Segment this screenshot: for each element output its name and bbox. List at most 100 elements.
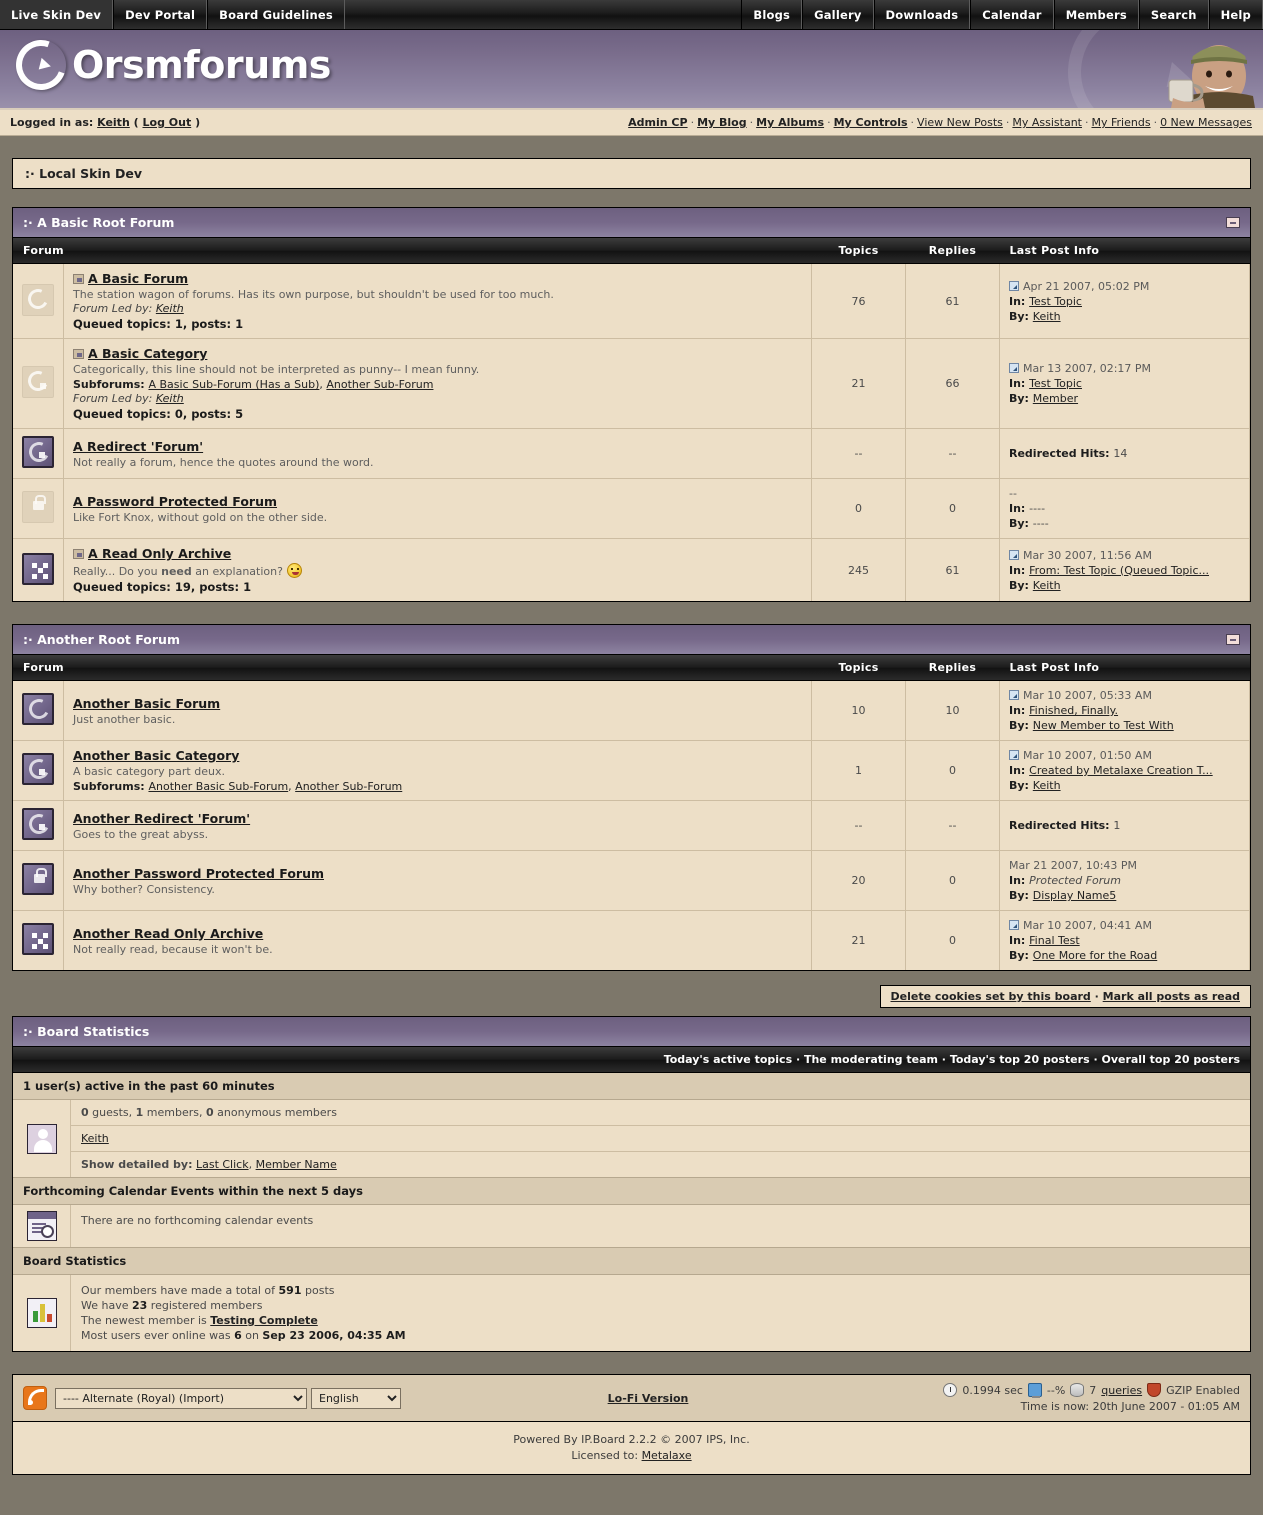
forum-link[interactable]: Another Basic Forum xyxy=(73,696,220,711)
forum-link[interactable]: Another Read Only Archive xyxy=(73,926,263,941)
forum-link[interactable]: A Basic Forum xyxy=(88,271,188,286)
lofi-version-link[interactable]: Lo-Fi Version xyxy=(608,1392,689,1405)
category-title: :· A Basic Root Forum xyxy=(23,215,175,230)
last-post-topic-link[interactable]: From: Test Topic (Queued Topic... xyxy=(1029,564,1209,577)
user-link-0-new-messages[interactable]: 0 New Messages xyxy=(1160,116,1252,129)
top-nav-spacer xyxy=(345,0,741,29)
forum-link[interactable]: A Password Protected Forum xyxy=(73,494,277,509)
forum-link[interactable]: Another Password Protected Forum xyxy=(73,866,324,881)
stat-sublink-today-s-active-topics[interactable]: Today's active topics xyxy=(664,1053,792,1066)
licensee-link[interactable]: Metalaxe xyxy=(642,1449,692,1462)
nav-link-blogs[interactable]: Blogs xyxy=(741,0,803,29)
forum-last-post-cell: Mar 30 2007, 11:56 AM In: From: Test Topi… xyxy=(999,538,1250,601)
subforum-list: Subforums: Another Basic Sub-Forum, Anot… xyxy=(73,780,403,793)
last-post-topic-link[interactable]: Finished, Finally. xyxy=(1029,704,1118,717)
goto-last-post-icon[interactable] xyxy=(1009,750,1019,760)
user-link-my-albums[interactable]: My Albums xyxy=(756,116,824,129)
forum-link[interactable]: A Redirect 'Forum' xyxy=(73,439,203,454)
nav-link-search[interactable]: Search xyxy=(1138,0,1209,29)
delete-cookies-link[interactable]: Delete cookies set by this board xyxy=(891,990,1091,1003)
nav-link-board-guidelines[interactable]: Board Guidelines xyxy=(207,0,345,29)
forum-icon-category-unread xyxy=(22,753,54,785)
last-post-date: Mar 30 2007, 11:56 AM xyxy=(1009,548,1240,563)
last-post-topic-text: ---- xyxy=(1029,502,1046,515)
forum-info-cell: A Basic Forum The station wagon of forums… xyxy=(63,263,812,339)
last-post-author-link[interactable]: One More for the Road xyxy=(1033,949,1157,962)
last-post-by-label: By: xyxy=(1009,779,1033,792)
nav-link-calendar[interactable]: Calendar xyxy=(970,0,1054,29)
newest-member-link[interactable]: Testing Complete xyxy=(210,1314,318,1327)
last-post-author-link[interactable]: Display Name5 xyxy=(1033,889,1117,902)
clock-icon xyxy=(943,1383,958,1397)
subforum-link[interactable]: A Basic Sub-Forum (Has a Sub) xyxy=(148,378,319,391)
last-post-topic-link[interactable]: Test Topic xyxy=(1029,377,1082,390)
forum-leader-link[interactable]: Keith xyxy=(156,302,184,315)
user-link-my-friends[interactable]: My Friends xyxy=(1092,116,1151,129)
log-out-link[interactable]: Log Out xyxy=(143,116,192,129)
member-avatar-icon xyxy=(26,1123,57,1154)
goto-last-post-icon[interactable] xyxy=(1009,280,1019,291)
last-post-topic-link[interactable]: Final Test xyxy=(1029,934,1080,947)
stat-sublink-separator: · xyxy=(1089,1053,1102,1066)
subforum-link[interactable]: Another Basic Sub-Forum xyxy=(148,780,288,793)
nav-link-live-skin-dev[interactable]: Live Skin Dev xyxy=(0,0,114,29)
forum-last-post-cell: Redirected Hits: 14 xyxy=(999,428,1250,479)
nav-link-downloads[interactable]: Downloads xyxy=(873,0,971,29)
forum-icon-cell xyxy=(13,910,64,970)
forum-topics-count: -- xyxy=(811,800,906,851)
registered-members-line: We have 23 registered members xyxy=(81,1298,1240,1313)
stat-sublink-overall-top-20-posters[interactable]: Overall top 20 posters xyxy=(1101,1053,1240,1066)
forum-link[interactable]: Another Basic Category xyxy=(73,748,239,763)
last-post-author-link[interactable]: Member xyxy=(1033,392,1078,405)
last-post-by-label: By: xyxy=(1009,949,1033,962)
language-select[interactable]: English xyxy=(311,1387,401,1409)
forum-row: Another Basic Forum Just another basic. 10… xyxy=(13,680,1250,741)
stat-sublink-today-s-top-20-posters[interactable]: Today's top 20 posters xyxy=(950,1053,1090,1066)
show-by-last-click-link[interactable]: Last Click xyxy=(196,1158,249,1171)
last-post-author-link[interactable]: New Member to Test With xyxy=(1033,719,1174,732)
nav-link-gallery[interactable]: Gallery xyxy=(802,0,874,29)
queries-link[interactable]: queries xyxy=(1101,1384,1142,1397)
user-link-my-blog[interactable]: My Blog xyxy=(697,116,747,129)
nav-link-dev-portal[interactable]: Dev Portal xyxy=(113,0,208,29)
goto-last-post-icon[interactable] xyxy=(1009,690,1019,700)
goto-last-post-icon[interactable] xyxy=(1009,363,1019,373)
forum-topics-count: 21 xyxy=(811,338,906,429)
tongue-smiley-icon xyxy=(286,563,302,578)
stat-sublink-the-moderating-team[interactable]: The moderating team xyxy=(804,1053,938,1066)
subforum-link[interactable]: Another Sub-Forum xyxy=(295,780,402,793)
mark-all-read-link[interactable]: Mark all posts as read xyxy=(1103,990,1240,1003)
forum-link[interactable]: Another Redirect 'Forum' xyxy=(73,811,250,826)
board-statistics-title-bar: :· Board Statistics xyxy=(13,1017,1250,1047)
last-post-author-link[interactable]: Keith xyxy=(1033,310,1061,323)
current-username-link[interactable]: Keith xyxy=(97,116,130,129)
forum-leader-link[interactable]: Keith xyxy=(156,392,184,405)
board-actions: Delete cookies set by this board · Mark … xyxy=(12,985,1251,1008)
last-post-author-line: By: ---- xyxy=(1009,516,1240,531)
active-user-link[interactable]: Keith xyxy=(81,1132,109,1145)
last-post-author-link[interactable]: Keith xyxy=(1033,779,1061,792)
skin-select[interactable]: ---- Alternate (Royal) (Import) xyxy=(55,1387,307,1409)
last-post-author-link[interactable]: Keith xyxy=(1033,579,1061,592)
goto-last-post-icon[interactable] xyxy=(1009,549,1019,560)
last-post-topic-line: In: ---- xyxy=(1009,501,1240,516)
last-post-date: Mar 10 2007, 01:50 AM xyxy=(1009,748,1240,763)
last-post-topic-link[interactable]: Created by Metalaxe Creation T... xyxy=(1029,764,1213,777)
user-link-my-assistant[interactable]: My Assistant xyxy=(1012,116,1082,129)
collapse-category-button[interactable] xyxy=(1226,217,1240,228)
user-link-admin-cp[interactable]: Admin CP xyxy=(628,116,687,129)
collapse-category-button[interactable] xyxy=(1226,634,1240,645)
nav-link-members[interactable]: Members xyxy=(1053,0,1139,29)
goto-last-post-icon[interactable] xyxy=(1009,920,1019,930)
show-by-member-name-link[interactable]: Member Name xyxy=(256,1158,337,1171)
user-link-my-controls[interactable]: My Controls xyxy=(834,116,908,129)
rss-feed-icon[interactable] xyxy=(23,1386,47,1410)
page-bottom-spacer xyxy=(12,1475,1251,1515)
last-post-topic-link[interactable]: Test Topic xyxy=(1029,295,1082,308)
forum-link[interactable]: A Basic Category xyxy=(88,346,207,361)
forum-link[interactable]: A Read Only Archive xyxy=(88,546,231,561)
forum-icon-cell xyxy=(13,538,64,601)
subforum-link[interactable]: Another Sub-Forum xyxy=(326,378,433,391)
user-link-view-new-posts[interactable]: View New Posts xyxy=(917,116,1003,129)
nav-link-help[interactable]: Help xyxy=(1208,0,1263,29)
